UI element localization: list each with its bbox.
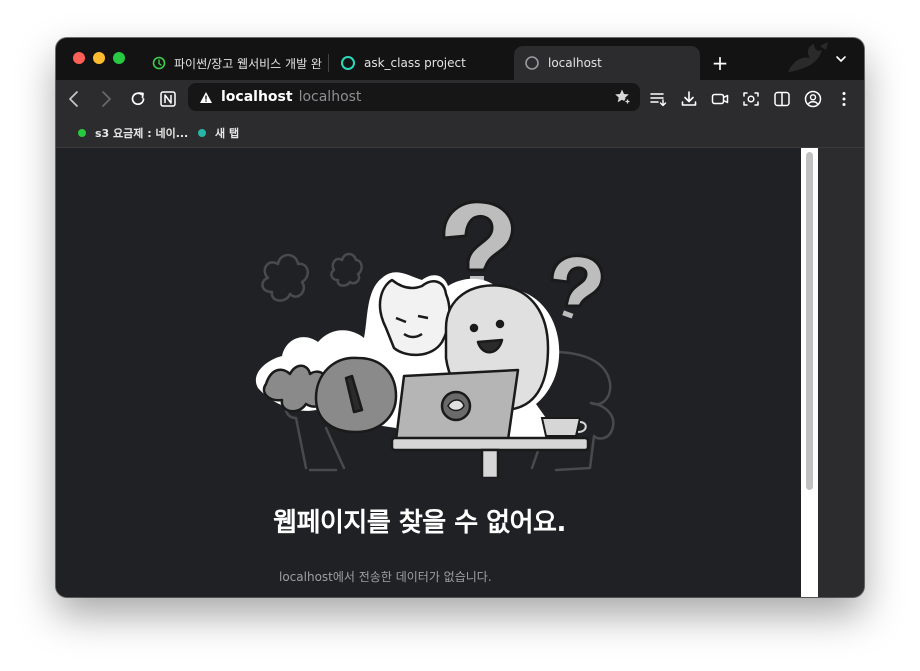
split-view-icon[interactable] <box>772 89 792 109</box>
minimize-window-button[interactable] <box>93 52 105 64</box>
tab-title: localhost <box>548 56 602 70</box>
address-bar[interactable]: localhost localhost <box>188 83 640 111</box>
tab-title: 파이썬/장고 웹서비스 개발 완벽 <box>174 56 322 71</box>
bookmark-dot-icon <box>198 129 206 137</box>
download-icon[interactable] <box>679 89 699 109</box>
zoom-window-button[interactable] <box>113 52 125 64</box>
notion-n-icon[interactable] <box>158 89 178 109</box>
confused-characters-illustration <box>255 200 615 478</box>
bird-decoration-icon <box>788 42 828 72</box>
back-arrow-icon[interactable] <box>64 89 84 109</box>
forward-arrow-icon[interactable] <box>96 89 116 109</box>
tab-separator <box>328 54 329 72</box>
url-host: localhost <box>221 89 293 105</box>
green-clock-icon <box>152 56 166 70</box>
bookmark-new-tab[interactable]: 새 탭 <box>198 125 239 141</box>
bookmark-dot-icon <box>78 129 86 137</box>
tab-localhost[interactable]: localhost <box>514 46 700 80</box>
browser-window: 파이썬/장고 웹서비스 개발 완벽 ask_class project loca… <box>56 38 864 597</box>
url-path: localhost <box>298 89 362 105</box>
gray-ring-icon <box>525 56 539 70</box>
video-camera-icon[interactable] <box>710 89 730 109</box>
bookmark-label: 새 탭 <box>215 127 240 140</box>
reading-list-icon[interactable] <box>648 89 668 109</box>
side-panel-strip <box>818 148 864 597</box>
scrollbar-thumb[interactable] <box>806 152 813 490</box>
tab-strip: 파이썬/장고 웹서비스 개발 완벽 ask_class project loca… <box>56 38 864 80</box>
toolbar: localhost localhost <box>56 80 864 117</box>
warning-triangle-icon[interactable] <box>199 91 213 104</box>
more-menu-icon[interactable] <box>834 89 854 109</box>
bookmarks-bar: s3 요금제 : 네이... 새 탭 <box>56 117 864 148</box>
reload-icon[interactable] <box>128 89 148 109</box>
bookmark-label: s3 요금제 : 네이... <box>95 127 189 140</box>
tab-ask-class[interactable]: ask_class project <box>340 46 510 80</box>
vertical-scrollbar[interactable] <box>801 148 818 597</box>
bookmark-s3-pricing[interactable]: s3 요금제 : 네이... <box>78 125 188 141</box>
teal-ring-icon <box>341 56 355 70</box>
profile-avatar-icon[interactable] <box>803 89 823 109</box>
page-content: 웹페이지를 찾을 수 없어요. localhost에서 전송한 데이터가 없습니… <box>56 148 801 597</box>
bookmark-star-icon[interactable] <box>614 88 632 106</box>
tab-title: ask_class project <box>364 56 466 70</box>
close-window-button[interactable] <box>73 52 85 64</box>
chevron-down-icon[interactable] <box>834 52 848 66</box>
error-description: localhost에서 전송한 데이터가 없습니다. <box>279 570 492 584</box>
new-tab-button[interactable]: + <box>708 51 732 75</box>
screenshot-camera-icon[interactable] <box>741 89 761 109</box>
tab-python-django[interactable]: 파이썬/장고 웹서비스 개발 완벽 <box>152 46 322 80</box>
error-title: 웹페이지를 찾을 수 없어요. <box>273 508 566 538</box>
